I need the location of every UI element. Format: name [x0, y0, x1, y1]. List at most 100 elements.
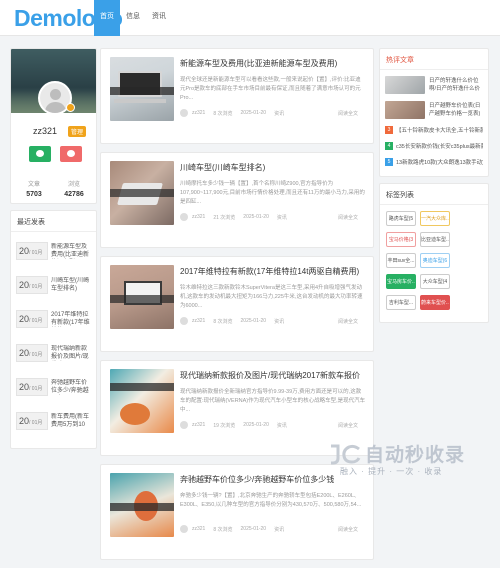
list-item[interactable]: 3【五十铃新款皮卡大讯全,五十铃新款皮卡】 [385, 126, 483, 134]
post-card: 川崎车型(川崎车型排名) 川崎摩托车多少钱一辆【置】,首个名称川崎Z900,官方… [100, 152, 374, 248]
post-author[interactable]: zz321 [192, 526, 205, 532]
tag-chip[interactable]: 吉利车型... [386, 295, 416, 310]
tag-chip[interactable]: 一汽大众库... [420, 211, 450, 226]
author-avatar [180, 525, 188, 533]
tag-chip[interactable]: 蔚来车型价... [420, 295, 450, 310]
post-category[interactable]: 资讯 [274, 526, 284, 533]
author-avatar [180, 421, 188, 429]
post-thumbnail[interactable] [110, 161, 174, 225]
left-sidebar: zz321 管理 文章 5703 浏览 42786 最近发表 20/ 01月 新… [10, 48, 97, 449]
nav-item-news[interactable]: 资讯 [146, 0, 172, 36]
wechat-icon [36, 150, 44, 157]
date-badge: 20/ 01月 [16, 276, 48, 294]
date-badge: 20/ 01月 [16, 412, 48, 430]
list-item-title[interactable]: 13新款路虎10款(大众朗逸13款手动) [396, 158, 483, 166]
post-author[interactable]: zz321 [192, 318, 205, 324]
list-item[interactable]: 20/ 01月 奔驰越野车价位多少/奔驰越野车... [16, 374, 91, 400]
list-item-title[interactable]: 日产的轩逸什么价位啊/日产的轩逸什么价位啊 [429, 77, 483, 93]
post-meta: zz321 8 次浏览 2025-01-20 资讯 阅读全文 [180, 317, 366, 325]
post-card: 新能源车型及费用(比亚迪新能源车型及费用) 现代全球还是新能源车型可以看看这些款… [100, 48, 374, 144]
post-author[interactable]: zz321 [192, 422, 205, 428]
read-more-link[interactable]: 阅读全文 [338, 214, 358, 221]
post-thumbnail[interactable] [110, 473, 174, 537]
date-badge: 20/ 01月 [16, 242, 48, 260]
date-badge: 20/ 01月 [16, 310, 48, 328]
read-more-link[interactable]: 阅读全文 [338, 110, 358, 117]
verified-icon [66, 103, 75, 112]
list-item[interactable]: 4 c35长安新款价钱(长安c35plus最新款) [385, 142, 483, 150]
post-thumbnail[interactable] [110, 265, 174, 329]
list-item-title[interactable]: 奔驰越野车价位多少/奔驰越野车... [51, 379, 91, 395]
post-views: 19 次浏览 [213, 422, 236, 429]
post-author[interactable]: zz321 [192, 110, 205, 116]
rank-badge: 5 [385, 158, 393, 166]
list-item[interactable]: 20/ 01月 2017年维特拉有新款(17年维特拉... [16, 306, 91, 332]
read-more-link[interactable]: 阅读全文 [338, 318, 358, 325]
list-item-title[interactable]: 现代瑞纳新款报价及图片/现代瑞... [51, 345, 91, 361]
hot-thumbnail[interactable] [385, 76, 425, 94]
stat-value: 42786 [64, 191, 84, 198]
post-excerpt: 铃木维特拉这三款新款铃木SuperVitera是这三车型,采用4升自吸增强气发动… [180, 285, 363, 309]
list-item[interactable]: 20/ 01月 新能源车型及费用(比亚迪新能源车型... [16, 238, 91, 264]
tag-cloud: 路虎车型(5 一汽大众库... 宝马价格(3 比亚迪车型... 丰田suv全..… [380, 211, 488, 316]
post-category[interactable]: 资讯 [274, 110, 284, 117]
post-title[interactable]: 2017年维特拉有新款(17年维特拉14t两驱自精费用) [180, 266, 366, 277]
list-item-title[interactable]: 川崎车型(川崎车型排名) [51, 277, 91, 293]
post-category[interactable]: 资讯 [277, 422, 287, 429]
author-avatar [180, 213, 188, 221]
tag-chip[interactable]: 宝马房车价... [386, 274, 416, 289]
post-date: 2025-01-20 [240, 318, 267, 324]
list-item-title[interactable]: 日产越野车价位表(日产越野车价格一览表) [429, 102, 483, 118]
post-category[interactable]: 资讯 [277, 214, 287, 221]
post-meta: zz321 19 次浏览 2025-01-20 资讯 阅读全文 [180, 421, 366, 429]
author-avatar [180, 109, 188, 117]
post-meta: zz321 8 次浏览 2025-01-20 资讯 阅读全文 [180, 109, 366, 117]
post-thumbnail[interactable] [110, 57, 174, 121]
wechat-button[interactable] [29, 146, 51, 162]
list-item[interactable]: 日产越野车价位表(日产越野车价格一览表) [385, 101, 483, 119]
author-avatar [180, 317, 188, 325]
tag-chip[interactable]: 大众车型(4 [420, 274, 450, 289]
tag-chip[interactable]: 奥迪车型(6 [420, 253, 450, 268]
post-title[interactable]: 川崎车型(川崎车型排名) [180, 162, 366, 173]
list-item-title[interactable]: 【五十铃新款皮卡大讯全,五十铃新款皮卡】 [396, 126, 483, 134]
post-views: 21 次浏览 [213, 214, 236, 221]
post-category[interactable]: 资讯 [274, 318, 284, 325]
tag-chip[interactable]: 宝马价格(3 [386, 232, 416, 247]
post-excerpt: 现代瑞纳新款报价全新瑞纳官方指导价9.99-39万,费用方面还是可以的,这款车的… [180, 389, 366, 413]
list-item-title[interactable]: 新车费用(新车费用5万到10万) [51, 413, 91, 429]
list-item-title[interactable]: c35长安新款价钱(长安c35plus最新款) [396, 142, 483, 150]
read-more-link[interactable]: 阅读全文 [338, 526, 358, 533]
nav-item-info[interactable]: 信息 [120, 0, 146, 36]
post-thumbnail[interactable] [110, 369, 174, 433]
watermark: 自动秒收录 融入 · 提升 · 一次 · 收录 [320, 440, 495, 495]
tag-chip[interactable]: 丰田suv全... [386, 253, 416, 268]
list-item[interactable]: 20/ 01月 川崎车型(川崎车型排名) [16, 272, 91, 298]
watermark-subtitle: 融入 · 提升 · 一次 · 收录 [340, 467, 443, 476]
tag-chip[interactable]: 比亚迪车型... [420, 232, 450, 247]
post-views: 8 次浏览 [213, 526, 233, 533]
list-item[interactable]: 20/ 01月 新车费用(新车费用5万到10万) [16, 408, 91, 434]
read-more-link[interactable]: 阅读全文 [338, 422, 358, 429]
list-item[interactable]: 5 13新款路虎10款(大众朗逸13款手动) [385, 158, 483, 166]
hot-thumbnail[interactable] [385, 101, 425, 119]
widget-title: 标签列表 [380, 188, 488, 205]
post-card: 2017年维特拉有新款(17年维特拉14t两驱自精费用) 铃木维特拉这三款新款铃… [100, 256, 374, 352]
qq-button[interactable] [60, 146, 82, 162]
post-excerpt: 现代全球还是新能源车型可以看看这些款,一般来说起价【置】,评价:比亚迪元Pro是… [180, 77, 361, 101]
date-badge: 20/ 01月 [16, 344, 48, 362]
post-author[interactable]: zz321 [192, 214, 205, 220]
nav-item-home[interactable]: 首页 [94, 0, 120, 36]
list-item-title[interactable]: 2017年维特拉有新款(17年维特拉... [51, 311, 91, 327]
tag-chip[interactable]: 路虎车型(5 [386, 211, 416, 226]
post-date: 2025-01-20 [240, 110, 267, 116]
post-title[interactable]: 现代瑞纳新款报价及图片/现代瑞纳2017新款车报价 [180, 370, 366, 381]
stat-articles: 文章 5703 [14, 179, 54, 198]
list-item-title[interactable]: 新能源车型及费用(比亚迪新能源车型... [51, 243, 91, 259]
list-item[interactable]: 日产的轩逸什么价位啊/日产的轩逸什么价位啊 [385, 76, 483, 94]
rank-badge: 4 [385, 142, 393, 150]
stat-label: 文章 [27, 182, 40, 188]
post-title[interactable]: 新能源车型及费用(比亚迪新能源车型及费用) [180, 58, 366, 69]
list-item[interactable]: 20/ 01月 现代瑞纳新款报价及图片/现代瑞... [16, 340, 91, 366]
right-sidebar: 热评文章 日产的轩逸什么价位啊/日产的轩逸什么价位啊 日产越野车价位表(日产越野… [379, 48, 489, 323]
